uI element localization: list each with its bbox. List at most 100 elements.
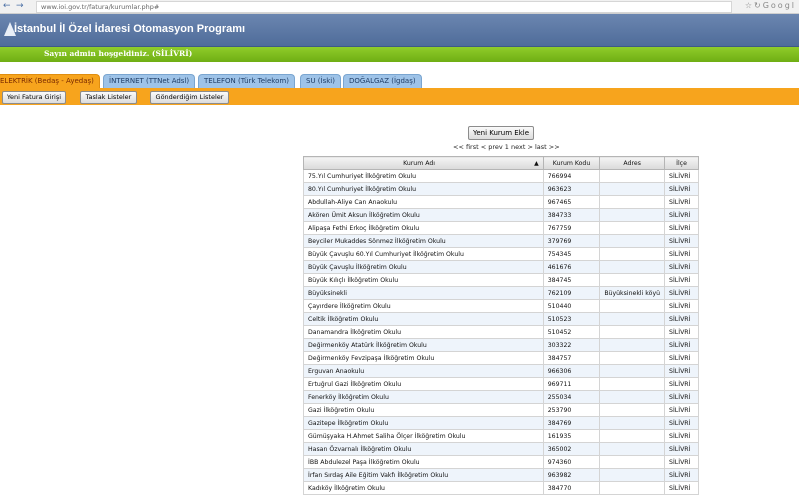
cell-adres (599, 169, 666, 183)
sort-up-icon: ▲ (534, 159, 539, 167)
table-row[interactable]: Alipaşa Fethi Erkoç İlköğretim Okulu 7677… (303, 221, 699, 235)
tab-su[interactable]: SU (İski) (300, 74, 341, 88)
cell-adres (599, 364, 666, 378)
cell-kurum-adi: 80.Yıl Cumhuriyet İlköğretim Okulu (303, 182, 544, 196)
cell-adres (599, 312, 666, 326)
cell-kurum-kodu: 967465 (542, 195, 601, 209)
table-row[interactable]: Fenerköy İlköğretim Okulu 255034 SİLİVRİ (303, 390, 699, 404)
table-row[interactable]: Değirmenköy Fevzipaşa İlköğretim Okulu 38… (303, 351, 699, 365)
cell-kurum-adi: Gümüşyaka H.Ahmet Saliha Ölçer İlköğreti… (303, 429, 544, 443)
cell-ilce: SİLİVRİ (664, 286, 699, 300)
draft-lists-button[interactable]: Taslak Listeler (80, 91, 137, 104)
cell-ilce: SİLİVRİ (664, 351, 699, 365)
table-row[interactable]: Büyük Kılıçlı İlköğretim Okulu 384745 SİLİ… (303, 273, 699, 287)
add-institution-button[interactable]: Yeni Kurum Ekle (468, 126, 534, 140)
address-bar[interactable]: www.ioi.gov.tr/fatura/kurumlar.php# (36, 1, 732, 13)
table-row[interactable]: Akören Ümit Aksun İlköğretim Okulu 384733… (303, 208, 699, 222)
cell-ilce: SİLİVRİ (664, 195, 699, 209)
table-header-row: Kurum Adı ▲ Kurum Kodu Adres İlçe (303, 156, 699, 170)
tab-internet[interactable]: İNTERNET (TTNet Adsl) (103, 74, 196, 88)
table-row[interactable]: Celtik İlköğretim Okulu 510523 SİLİVRİ (303, 312, 699, 326)
table-row[interactable]: Hasan Özvarnalı İlköğretim Okulu 365002 Sİ… (303, 442, 699, 456)
table-row[interactable]: Gazitepe İlköğretim Okulu 384769 SİLİVRİ (303, 416, 699, 430)
column-header-kurum-kodu[interactable]: Kurum Kodu (542, 156, 601, 170)
cell-kurum-kodu: 966306 (542, 364, 601, 378)
cell-kurum-adi: Çayırdere İlköğretim Okulu (303, 299, 544, 313)
browser-right-icons: ☆↻Googl (745, 1, 796, 10)
table-row[interactable]: İBB Abdulezel Paşa İlköğretim Okulu 97436… (303, 455, 699, 469)
table-row[interactable]: Beyciler Mukaddes Sönmez İlköğretim Okul… (303, 234, 699, 248)
cell-kurum-kodu: 766994 (542, 169, 601, 183)
cell-kurum-kodu: 963982 (542, 468, 601, 482)
table-row[interactable]: Büyük Çavuşlu 60.Yıl Cumhuriyet İlköğret… (303, 247, 699, 261)
table-row[interactable]: Danamandra İlköğretim Okulu 510452 SİLİVRİ (303, 325, 699, 339)
tab-telefon[interactable]: TELEFON (Türk Telekom) (198, 74, 295, 88)
cell-ilce: SİLİVRİ (664, 403, 699, 417)
table-row[interactable]: 80.Yıl Cumhuriyet İlköğretim Okulu 963623… (303, 182, 699, 196)
cell-kurum-kodu: 461676 (542, 260, 601, 274)
cell-ilce: SİLİVRİ (664, 234, 699, 248)
cell-kurum-kodu: 384770 (542, 481, 601, 495)
cell-kurum-adi: Alipaşa Fethi Erkoç İlköğretim Okulu (303, 221, 544, 235)
cell-kurum-adi: İBB Abdulezel Paşa İlköğretim Okulu (303, 455, 544, 469)
column-header-ilce[interactable]: İlçe (664, 156, 699, 170)
cell-kurum-adi: Değirmenköy Atatürk İlköğretim Okulu (303, 338, 544, 352)
cell-kurum-kodu: 161935 (542, 429, 601, 443)
table-row[interactable]: 75.Yıl Cumhuriyet İlköğretim Okulu 766994… (303, 169, 699, 183)
cell-kurum-kodu: 384733 (542, 208, 601, 222)
table-row[interactable]: Gümüşyaka H.Ahmet Saliha Ölçer İlköğreti… (303, 429, 699, 443)
cell-kurum-adi: Büyük Çavuşlu 60.Yıl Cumhuriyet İlköğret… (303, 247, 544, 261)
cell-ilce: SİLİVRİ (664, 260, 699, 274)
cell-adres (599, 208, 666, 222)
cell-kurum-adi: Gazi İlköğretim Okulu (303, 403, 544, 417)
sent-lists-button[interactable]: Gönderdiğim Listeler (150, 91, 229, 104)
refresh-icon[interactable]: ↻ (754, 1, 763, 10)
cell-adres (599, 377, 666, 391)
table-row[interactable]: Ertuğrul Gazi İlköğretim Okulu 969711 SİLİ… (303, 377, 699, 391)
new-invoice-button[interactable]: Yeni Fatura Girişi (2, 91, 66, 104)
welcome-text: Sayın admin hoşgeldiniz. (SİLİVRİ) (44, 49, 193, 58)
cell-ilce: SİLİVRİ (664, 208, 699, 222)
cell-ilce: SİLİVRİ (664, 377, 699, 391)
table-row[interactable]: Gazi İlköğretim Okulu 253790 SİLİVRİ (303, 403, 699, 417)
cell-kurum-adi: Abdullah-Aliye Can Anaokulu (303, 195, 544, 209)
cell-kurum-adi: Erguvan Anaokulu (303, 364, 544, 378)
app-header: İstanbul İl Özel İdaresi Otomasyon Progr… (0, 14, 799, 47)
forward-arrow-icon[interactable]: → (16, 1, 24, 11)
table-row[interactable]: Çayırdere İlköğretim Okulu 510440 SİLİVRİ (303, 299, 699, 313)
back-arrow-icon[interactable]: ← (3, 1, 11, 11)
star-icon[interactable]: ☆ (745, 1, 754, 10)
cell-ilce: SİLİVRİ (664, 299, 699, 313)
cell-adres (599, 351, 666, 365)
cell-adres (599, 182, 666, 196)
table-row[interactable]: Erguvan Anaokulu 966306 SİLİVRİ (303, 364, 699, 378)
tab-dogalgaz[interactable]: DOĞALGAZ (İgdaş) (343, 74, 422, 88)
cell-ilce: SİLİVRİ (664, 481, 699, 495)
table-row[interactable]: Büyük Çavuşlu İlköğretim Okulu 461676 SİLİ… (303, 260, 699, 274)
cell-ilce: SİLİVRİ (664, 338, 699, 352)
pagination[interactable]: << first < prev 1 next > last >> (453, 143, 560, 151)
tab-elektrik[interactable]: ELEKTRİK (Bedaş - Ayedaş) (0, 74, 100, 88)
cell-kurum-adi: Fenerköy İlköğretim Okulu (303, 390, 544, 404)
table-row[interactable]: Abdullah-Aliye Can Anaokulu 967465 SİLİVRİ (303, 195, 699, 209)
cell-kurum-kodu: 754345 (542, 247, 601, 261)
table-row[interactable]: Büyüksinekli 762109 Büyüksinekli köyü SİLİV… (303, 286, 699, 300)
google-search-box[interactable]: Googl (763, 1, 796, 10)
cell-kurum-kodu: 969711 (542, 377, 601, 391)
column-header-adres[interactable]: Adres (599, 156, 666, 170)
cell-kurum-adi: Ertuğrul Gazi İlköğretim Okulu (303, 377, 544, 391)
cell-adres (599, 390, 666, 404)
cell-kurum-kodu: 384757 (542, 351, 601, 365)
action-toolbar: Yeni Fatura Girişi Taslak Listeler Gönde… (0, 88, 799, 105)
cell-ilce: SİLİVRİ (664, 429, 699, 443)
cell-ilce: SİLİVRİ (664, 442, 699, 456)
cell-kurum-kodu: 384745 (542, 273, 601, 287)
cell-kurum-kodu: 365002 (542, 442, 601, 456)
table-row[interactable]: Kadıköy İlköğretim Okulu 384770 SİLİVRİ (303, 481, 699, 495)
table-row[interactable]: Değirmenköy Atatürk İlköğretim Okulu 3033… (303, 338, 699, 352)
column-header-kurum-adi[interactable]: Kurum Adı ▲ (303, 156, 544, 170)
cell-kurum-adi: İrfan Sırdaş Aile Eğitim Vakfı İlköğreti… (303, 468, 544, 482)
cell-adres: Büyüksinekli köyü (599, 286, 666, 300)
cell-ilce: SİLİVRİ (664, 325, 699, 339)
table-row[interactable]: İrfan Sırdaş Aile Eğitim Vakfı İlköğreti… (303, 468, 699, 482)
